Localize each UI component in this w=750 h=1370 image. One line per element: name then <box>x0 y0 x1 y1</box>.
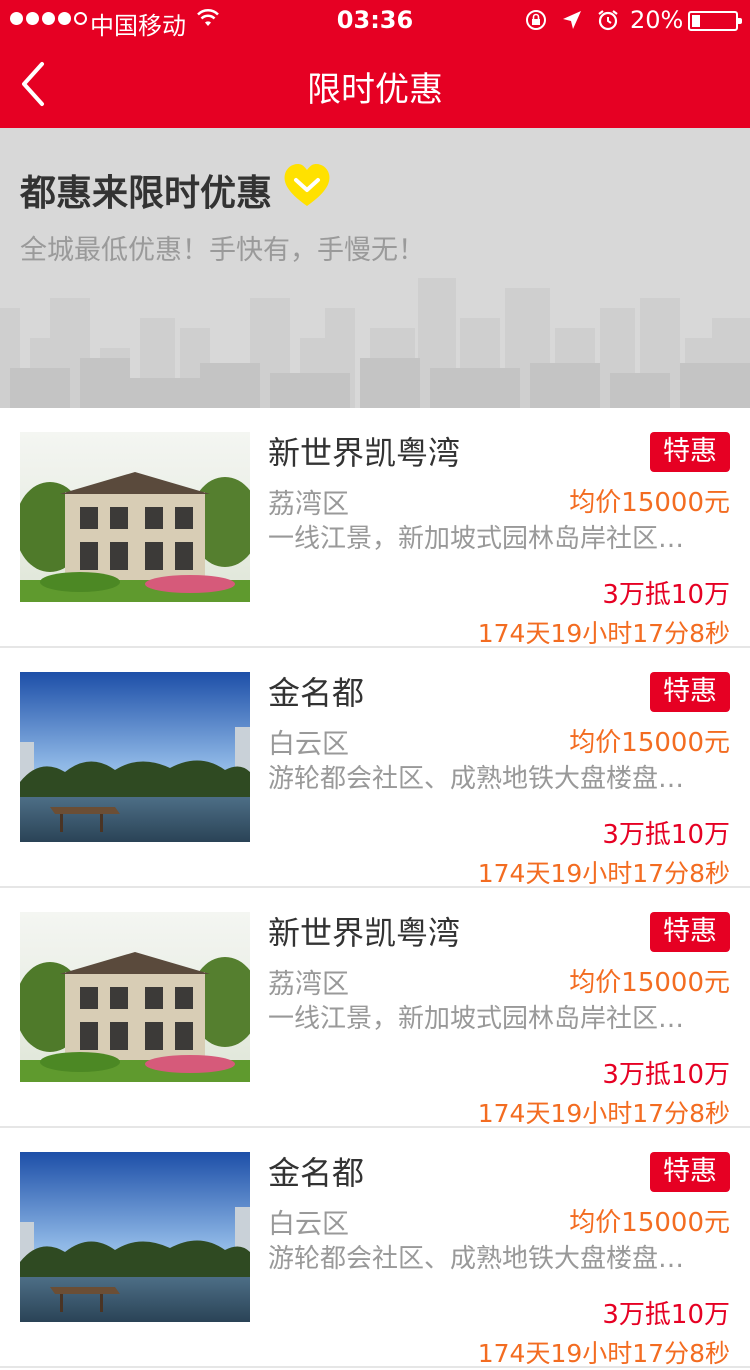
special-offer-badge: 特惠 <box>650 912 730 952</box>
listing-name: 金名都 <box>268 1154 365 1192</box>
listing-district: 荔湾区 <box>268 969 349 1000</box>
rotation-lock-icon <box>526 10 546 30</box>
countdown-timer: 174天19小时17分8秒 <box>477 1099 730 1128</box>
listing-district: 白云区 <box>268 729 349 760</box>
listing-name: 新世界凯粤湾 <box>268 914 461 952</box>
banner-headline: 都惠来限时优惠 <box>20 173 273 214</box>
lake-photo <box>20 1152 250 1322</box>
listing-description: 一线江景，新加坡式园林岛岸社区… <box>268 524 685 554</box>
listing-deal: 3万抵10万 <box>602 580 730 610</box>
location-arrow-icon <box>563 11 581 29</box>
status-bar: 中国移动 03:36 20% <box>0 0 750 40</box>
banner-subtitle: 全城最低优惠！手快有，手慢无！ <box>20 235 425 266</box>
deal-list-item[interactable]: 新世界凯粤湾 特惠荔湾区 均价15000元一线江景，新加坡式园林岛岸社区… 3万抵10… <box>0 408 750 648</box>
special-offer-badge: 特惠 <box>650 1152 730 1192</box>
listing-deal: 3万抵10万 <box>602 1060 730 1090</box>
listing-price: 均价15000元 <box>569 968 730 998</box>
special-offer-badge: 特惠 <box>650 672 730 712</box>
alarm-icon <box>598 10 618 31</box>
listing-price: 均价15000元 <box>569 488 730 518</box>
listing-deal: 3万抵10万 <box>602 820 730 850</box>
listing-price: 均价15000元 <box>569 728 730 758</box>
heart-icon <box>284 164 330 206</box>
villa-photo <box>20 432 250 602</box>
listing-district: 荔湾区 <box>268 489 349 520</box>
navigation-bar: 限时优惠 <box>0 40 750 128</box>
battery-percent: 20% <box>630 6 684 34</box>
deal-list-item[interactable]: 金名都 特惠白云区 均价15000元游轮都会社区、成熟地铁大盘楼盘… 3万抵10万 17… <box>0 1128 750 1368</box>
countdown-timer: 174天19小时17分8秒 <box>477 619 730 648</box>
countdown-timer: 174天19小时17分8秒 <box>477 1339 730 1368</box>
listing-description: 游轮都会社区、成熟地铁大盘楼盘… <box>268 1244 685 1274</box>
listing-deal: 3万抵10万 <box>602 1300 730 1330</box>
lake-photo <box>20 672 250 842</box>
page-title: 限时优惠 <box>307 70 443 110</box>
listing-name: 新世界凯粤湾 <box>268 434 461 472</box>
listing-description: 一线江景，新加坡式园林岛岸社区… <box>268 1004 685 1034</box>
listing-description: 游轮都会社区、成熟地铁大盘楼盘… <box>268 764 685 794</box>
deal-list-item[interactable]: 金名都 特惠白云区 均价15000元游轮都会社区、成熟地铁大盘楼盘… 3万抵10万 17… <box>0 648 750 888</box>
battery-icon <box>688 11 742 31</box>
deal-list-item[interactable]: 新世界凯粤湾 特惠荔湾区 均价15000元一线江景，新加坡式园林岛岸社区… 3万抵10… <box>0 888 750 1128</box>
villa-photo <box>20 912 250 1082</box>
deal-list: 新世界凯粤湾 特惠 荔湾区 均价15000元 一线江景，新加坡式园林岛岸社区… 3万抵10… <box>0 408 750 1368</box>
listing-name: 金名都 <box>268 674 365 712</box>
listing-district: 白云区 <box>268 1209 349 1240</box>
special-offer-badge: 特惠 <box>650 432 730 472</box>
listing-price: 均价15000元 <box>569 1208 730 1238</box>
countdown-timer: 174天19小时17分8秒 <box>477 859 730 888</box>
city-skyline-illustration <box>0 278 750 408</box>
promo-banner: 都惠来限时优惠 全城最低优惠！手快有，手慢无！ <box>0 128 750 408</box>
